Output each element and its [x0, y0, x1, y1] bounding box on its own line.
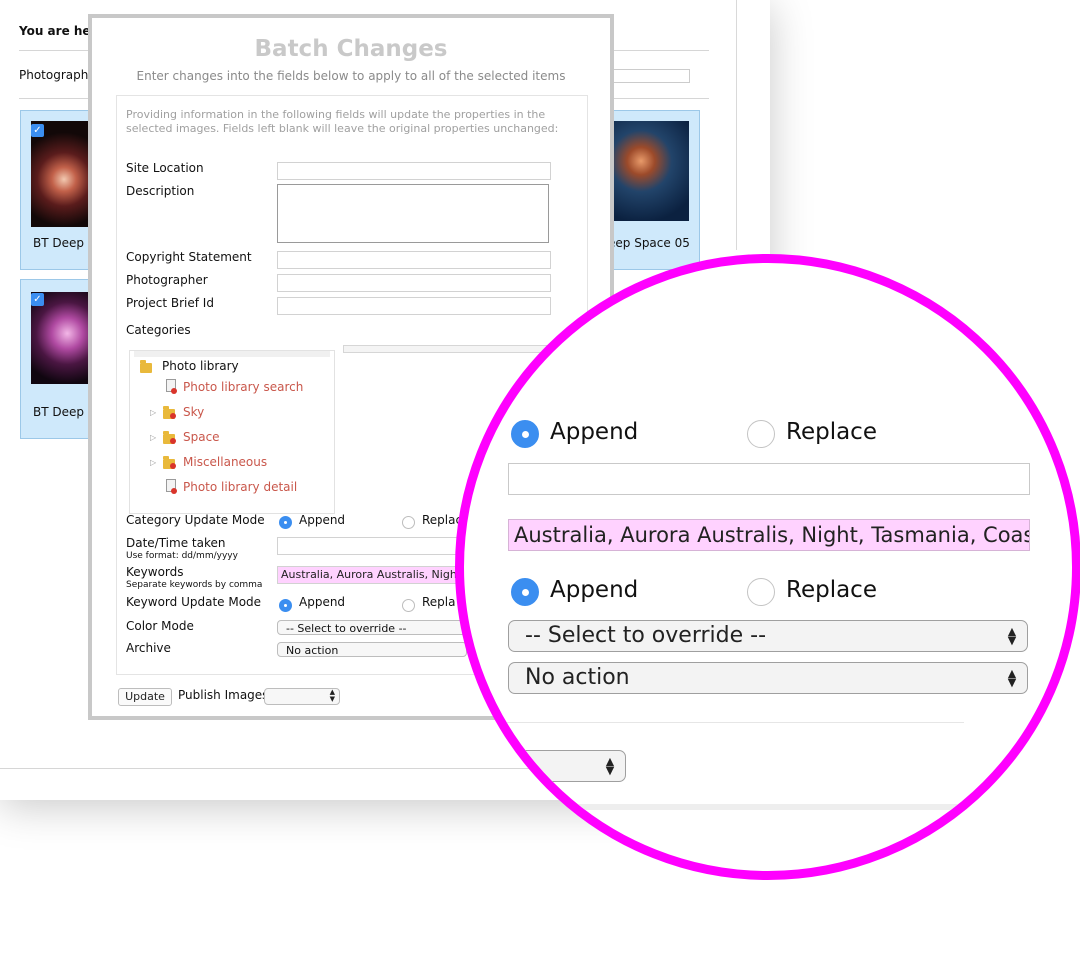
image-tile[interactable]: ✓ BT Deep S [20, 279, 98, 439]
tree-item-sky[interactable]: Sky [183, 405, 204, 419]
magnifier-callout: Append Replace Australia, Aurora Austral… [455, 254, 1080, 880]
dialog-title: Batch Changes [254, 36, 448, 62]
project-brief-label: Project Brief Id [126, 296, 214, 310]
keywords-label: Keywords [126, 565, 184, 579]
tree-item-photo-library-search[interactable]: Photo library search [183, 380, 303, 394]
category-scrollbar[interactable] [343, 345, 555, 353]
info-text: Providing information in the following f… [126, 108, 559, 135]
categories-label: Categories [126, 323, 191, 337]
photographer-label: Photographer [126, 273, 208, 287]
image-tile[interactable]: eep Space 05 [604, 110, 700, 270]
site-location-input[interactable] [277, 162, 551, 180]
restricted-badge-icon [171, 488, 177, 494]
keyword-update-mode-label: Keyword Update Mode [126, 595, 262, 609]
thumbnail-image [609, 121, 689, 221]
publish-images-label: Publish Images [178, 688, 269, 702]
magnified-keyword-replace-label: Replace [786, 577, 877, 603]
magnified-archive-select[interactable]: No action ▲ ▼ [508, 662, 1028, 694]
magnified-keyword-append-label: Append [550, 577, 639, 603]
folder-icon [140, 360, 152, 373]
expand-arrow-icon[interactable]: ▷ [150, 408, 156, 417]
photographer-label: Photographe [19, 68, 96, 82]
window-bottom-edge [464, 804, 984, 810]
keywords-input[interactable]: Australia, Aurora Australis, Night [277, 566, 457, 584]
date-taken-input[interactable] [277, 537, 459, 555]
magnified-color-mode-value: -- Select to override -- [525, 623, 767, 648]
category-tree: Photo library Photo library search ▷ Sky… [129, 350, 335, 514]
tree-item-photo-library-detail[interactable]: Photo library detail [183, 480, 297, 494]
dialog-subtitle: Enter changes into the fields below to a… [136, 69, 566, 83]
site-location-label: Site Location [126, 161, 204, 175]
color-mode-select[interactable]: -- Select to override -- [277, 620, 467, 635]
magnified-replace-label: Replace [786, 419, 877, 445]
restricted-badge-icon [171, 388, 177, 394]
magnified-append-label: Append [550, 419, 639, 445]
magnified-color-mode-select[interactable]: -- Select to override -- ▲ ▼ [508, 620, 1028, 652]
copyright-input[interactable] [277, 251, 551, 269]
description-textarea[interactable] [277, 184, 549, 243]
date-format-hint: Use format: dd/mm/yyyy [126, 551, 238, 561]
image-tile[interactable]: ✓ BT Deep S [20, 110, 98, 270]
select-arrows-icon: ▲ ▼ [605, 755, 615, 777]
select-arrows-icon: ▲ ▼ [1007, 625, 1017, 647]
tree-item-miscellaneous[interactable]: Miscellaneous [183, 455, 267, 469]
expand-arrow-icon[interactable]: ▷ [150, 458, 156, 467]
tile-label: BT Deep S [33, 405, 96, 419]
tile-label: eep Space 05 [608, 236, 690, 250]
magnified-archive-value: No action [525, 665, 630, 690]
publish-images-select[interactable]: ▲ ▼ [264, 688, 340, 705]
archive-label: Archive [126, 641, 171, 655]
restricted-badge-icon [170, 413, 176, 419]
category-append-radio[interactable] [279, 516, 292, 529]
checkbox-checked-icon[interactable]: ✓ [31, 293, 44, 306]
divider [464, 722, 964, 723]
tree-header-bar [134, 351, 330, 357]
project-brief-input[interactable] [277, 297, 551, 315]
breadcrumb: You are her [19, 24, 97, 38]
magnified-publish-select[interactable]: ▲ ▼ [504, 750, 626, 782]
tile-label: BT Deep S [33, 236, 96, 250]
magnified-keyword-replace-radio[interactable] [747, 578, 775, 606]
category-replace-radio[interactable] [402, 516, 415, 529]
update-button[interactable]: Update [118, 688, 172, 706]
magnified-keyword-append-radio[interactable] [511, 578, 539, 606]
photographer-input[interactable] [277, 274, 551, 292]
description-label: Description [126, 184, 195, 198]
category-append-label: Append [299, 513, 346, 527]
tree-item-space[interactable]: Space [183, 430, 220, 444]
restricted-badge-icon [170, 463, 176, 469]
magnified-keywords-input[interactable]: Australia, Aurora Australis, Night, Tasm… [508, 519, 1030, 551]
select-arrows-icon: ▲ ▼ [1007, 667, 1017, 689]
category-replace-label: Replac [422, 513, 463, 527]
archive-select[interactable]: No action [277, 642, 467, 657]
restricted-badge-icon [170, 438, 176, 444]
select-arrows-icon: ▲ ▼ [329, 688, 335, 703]
magnified-replace-radio[interactable] [747, 420, 775, 448]
color-mode-label: Color Mode [126, 619, 194, 633]
magnified-append-radio[interactable] [511, 420, 539, 448]
keywords-hint: Separate keywords by comma [126, 580, 263, 590]
expand-arrow-icon[interactable]: ▷ [150, 433, 156, 442]
keyword-append-radio[interactable] [279, 599, 292, 612]
magnified-date-input[interactable] [508, 463, 1030, 495]
divider [736, 0, 737, 250]
keyword-append-label: Append [299, 595, 346, 609]
tree-root-label[interactable]: Photo library [162, 359, 239, 373]
keyword-replace-label: Repla [422, 595, 456, 609]
date-taken-label: Date/Time taken [126, 536, 226, 550]
category-update-mode-label: Category Update Mode [126, 513, 265, 527]
checkbox-checked-icon[interactable]: ✓ [31, 124, 44, 137]
copyright-label: Copyright Statement [126, 250, 252, 264]
keyword-replace-radio[interactable] [402, 599, 415, 612]
